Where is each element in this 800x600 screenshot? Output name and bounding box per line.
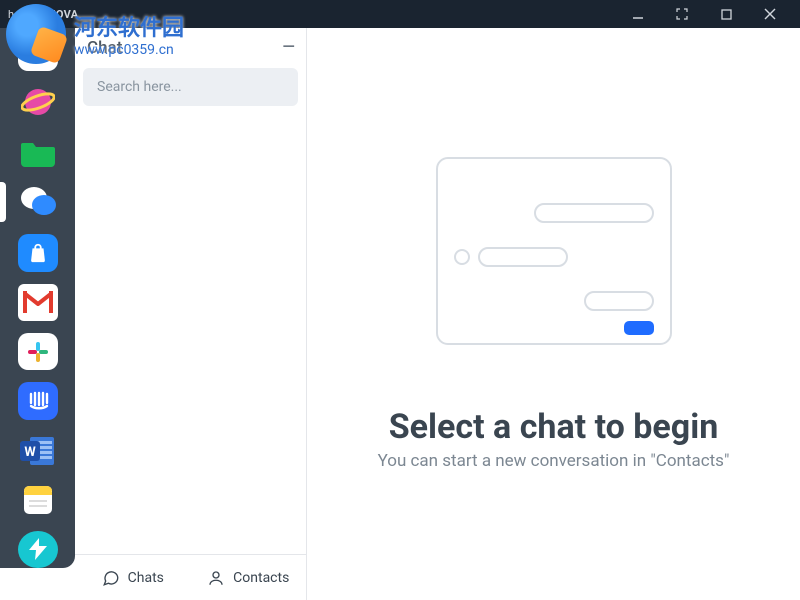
tab-chats-label: Chats — [128, 570, 164, 586]
app-sidebar: W — [0, 28, 75, 568]
bolt-icon[interactable] — [18, 531, 58, 568]
tab-contacts[interactable]: Contacts — [191, 555, 307, 600]
brand-left: horbito — [8, 8, 45, 21]
messages-icon[interactable] — [18, 182, 58, 222]
gmail-icon[interactable] — [18, 284, 58, 321]
sidebar-active-indicator — [0, 182, 6, 222]
empty-state-title: Select a chat to begin — [389, 407, 719, 447]
titlebar: horbito NOVA — [0, 0, 800, 28]
fullscreen-button[interactable] — [660, 0, 704, 28]
panel-tabs: Chats Contacts — [75, 554, 306, 600]
store-icon[interactable] — [18, 234, 58, 271]
svg-text:W: W — [24, 445, 36, 460]
empty-state-subtitle: You can start a new conversation in "Con… — [378, 451, 730, 471]
panel-title: Chat — [87, 38, 122, 58]
empty-chat-illustration — [436, 157, 672, 345]
refresh-icon[interactable] — [18, 34, 58, 71]
search-input[interactable] — [83, 68, 298, 106]
folder-icon[interactable] — [18, 133, 58, 170]
planet-icon[interactable] — [18, 83, 58, 120]
chat-list-empty — [75, 116, 306, 554]
panel-collapse-button[interactable]: – — [282, 37, 296, 59]
close-button[interactable] — [748, 0, 792, 28]
chat-list-panel: Chat – Chats Contacts — [75, 28, 307, 600]
slack-icon[interactable] — [18, 333, 58, 370]
minimize-button[interactable] — [616, 0, 660, 28]
app-brand: horbito NOVA — [8, 8, 78, 21]
notes-icon[interactable] — [18, 481, 58, 518]
tab-contacts-label: Contacts — [233, 570, 289, 586]
main-area: Select a chat to begin You can start a n… — [307, 28, 800, 600]
tab-chats[interactable]: Chats — [75, 555, 191, 600]
word-icon[interactable]: W — [18, 432, 58, 469]
brand-right: NOVA — [48, 8, 79, 21]
maximize-button[interactable] — [704, 0, 748, 28]
intercom-icon[interactable] — [18, 382, 58, 419]
